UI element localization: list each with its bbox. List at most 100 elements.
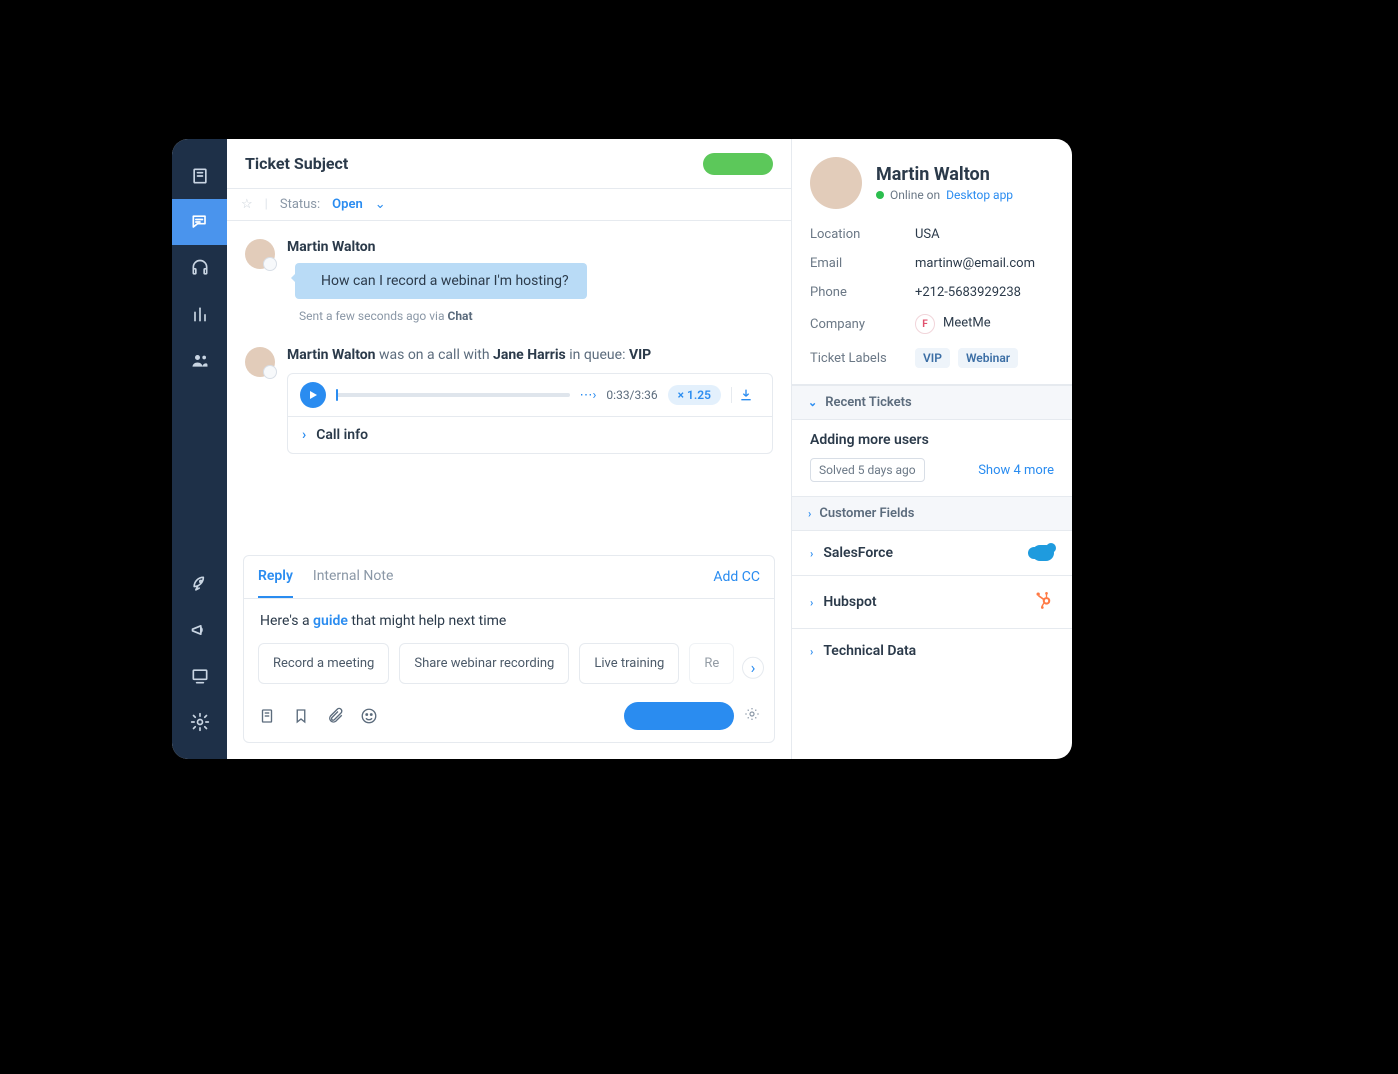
reply-composer: Reply Internal Note Add CC Here's a guid… [243, 555, 775, 743]
bars-icon [190, 304, 210, 324]
tab-reply[interactable]: Reply [258, 556, 293, 598]
megaphone-icon [190, 620, 210, 640]
company-badge: F [915, 314, 935, 334]
composer-settings[interactable] [744, 706, 760, 726]
location-value: USA [915, 227, 940, 242]
nav-support[interactable] [172, 245, 227, 291]
message-bubble: How can I record a webinar I'm hosting? [295, 263, 587, 299]
customer-message: Martin Walton How can I record a webinar… [245, 239, 773, 323]
status-pill[interactable] [703, 153, 773, 175]
nav-conversations[interactable] [172, 199, 227, 245]
bookmark-icon[interactable] [292, 707, 310, 725]
contact-name: Martin Walton [876, 164, 1013, 185]
star-icon[interactable]: ☆ [241, 197, 253, 212]
send-button[interactable] [624, 702, 734, 730]
kb-article-icon[interactable] [258, 707, 276, 725]
avatar[interactable] [245, 239, 275, 269]
nav-reports[interactable] [172, 291, 227, 337]
play-icon [308, 390, 318, 400]
company-value[interactable]: FMeetMe [915, 314, 991, 334]
chat-icon [190, 212, 210, 232]
nav-desktop[interactable] [172, 653, 227, 699]
contact-details: Location USA Email martinw@email.com Pho… [792, 219, 1072, 385]
ticket-label[interactable]: VIP [915, 348, 950, 368]
call-card: ⋯› 0:33/3:36 × 1.25 › Call info [287, 373, 773, 454]
message-meta: Sent a few seconds ago via Chat [299, 309, 773, 323]
contact-profile: Martin Walton Online on Desktop app [792, 139, 1072, 219]
status-value[interactable]: Open [332, 197, 363, 212]
audio-player: ⋯› 0:33/3:36 × 1.25 [288, 374, 772, 417]
nav-knowledge[interactable] [172, 153, 227, 199]
phone-label: Phone [810, 285, 915, 300]
phone-value[interactable]: +212-5683929238 [915, 285, 1021, 300]
status-bar: ☆ | Status: Open ⌄ [227, 189, 791, 221]
hubspot-icon [1034, 590, 1054, 614]
monitor-icon [190, 666, 210, 686]
status-dropdown[interactable]: ⌄ [375, 197, 386, 212]
ticket-main: Ticket Subject ☆ | Status: Open ⌄ Martin… [227, 139, 792, 759]
chevron-right-icon: › [808, 507, 811, 520]
audio-time: 0:33/3:36 [606, 388, 657, 402]
nav-getting-started[interactable] [172, 561, 227, 607]
people-icon [190, 350, 210, 370]
contact-panel: Martin Walton Online on Desktop app Loca… [792, 139, 1072, 759]
integration-salesforce[interactable]: ›SalesForce [792, 531, 1072, 576]
section-customer-fields[interactable]: › Customer Fields [792, 496, 1072, 531]
gear-icon [190, 712, 210, 732]
call-description: Martin Walton was on a call with Jane Ha… [287, 347, 773, 363]
attachment-icon[interactable] [326, 707, 344, 725]
play-button[interactable] [300, 382, 326, 408]
chevron-right-icon: › [810, 596, 813, 609]
salesforce-icon [1032, 545, 1054, 561]
sidebar [172, 139, 227, 759]
chevron-right-icon: › [810, 645, 813, 658]
playback-speed[interactable]: × 1.25 [668, 385, 721, 405]
download-audio[interactable] [731, 387, 760, 403]
audio-track[interactable] [336, 393, 570, 397]
location-label: Location [810, 227, 915, 242]
canned-replies: Record a meeting Share webinar recording… [244, 643, 774, 696]
avatar[interactable] [245, 347, 275, 377]
email-value[interactable]: martinw@email.com [915, 256, 1035, 271]
headset-icon [190, 258, 210, 278]
ticket-subject: Ticket Subject [245, 154, 348, 173]
suggestion-item[interactable]: Share webinar recording [399, 643, 569, 684]
presence-app-link[interactable]: Desktop app [946, 188, 1013, 202]
ticket-label[interactable]: Webinar [958, 348, 1018, 368]
app-window: Ticket Subject ☆ | Status: Open ⌄ Martin… [172, 139, 1072, 759]
status-label: Status: [280, 197, 320, 212]
suggestion-item[interactable]: Record a meeting [258, 643, 389, 684]
suggestions-next[interactable]: › [742, 656, 764, 678]
chevron-down-icon: ⌄ [808, 396, 817, 409]
suggestion-item[interactable]: Live training [579, 643, 679, 684]
integration-hubspot[interactable]: ›Hubspot [792, 576, 1072, 629]
reply-editor[interactable]: Here's a guide that might help next time [244, 599, 774, 643]
nav-announcements[interactable] [172, 607, 227, 653]
call-info-toggle[interactable]: › Call info [288, 417, 772, 453]
message-author: Martin Walton [287, 239, 773, 255]
tab-internal-note[interactable]: Internal Note [313, 556, 394, 598]
suggestion-item[interactable]: Re [689, 643, 734, 684]
recent-ticket-link[interactable]: Adding more users [810, 432, 1054, 448]
ticket-status-chip: Solved 5 days ago [810, 458, 925, 482]
download-icon [738, 387, 754, 403]
online-dot-icon [876, 191, 884, 199]
book-icon [190, 166, 210, 186]
composer-toolbar [258, 707, 378, 725]
recent-tickets-body: Adding more users Solved 5 days ago Show… [792, 420, 1072, 496]
show-more-link[interactable]: Show 4 more [978, 463, 1054, 478]
chevron-right-icon: › [810, 547, 813, 560]
add-cc-link[interactable]: Add CC [713, 569, 760, 585]
nav-settings[interactable] [172, 699, 227, 745]
emoji-icon[interactable] [360, 707, 378, 725]
skip-forward[interactable]: ⋯› [580, 388, 597, 403]
guide-link[interactable]: guide [313, 613, 348, 629]
contact-avatar[interactable] [810, 157, 862, 209]
chevron-right-icon: › [302, 427, 306, 443]
nav-people[interactable] [172, 337, 227, 383]
conversation-thread: Martin Walton How can I record a webinar… [227, 221, 791, 549]
email-label: Email [810, 256, 915, 271]
section-technical-data[interactable]: ›Technical Data [792, 629, 1072, 673]
section-recent-tickets[interactable]: ⌄ Recent Tickets [792, 385, 1072, 420]
rocket-icon [190, 574, 210, 594]
